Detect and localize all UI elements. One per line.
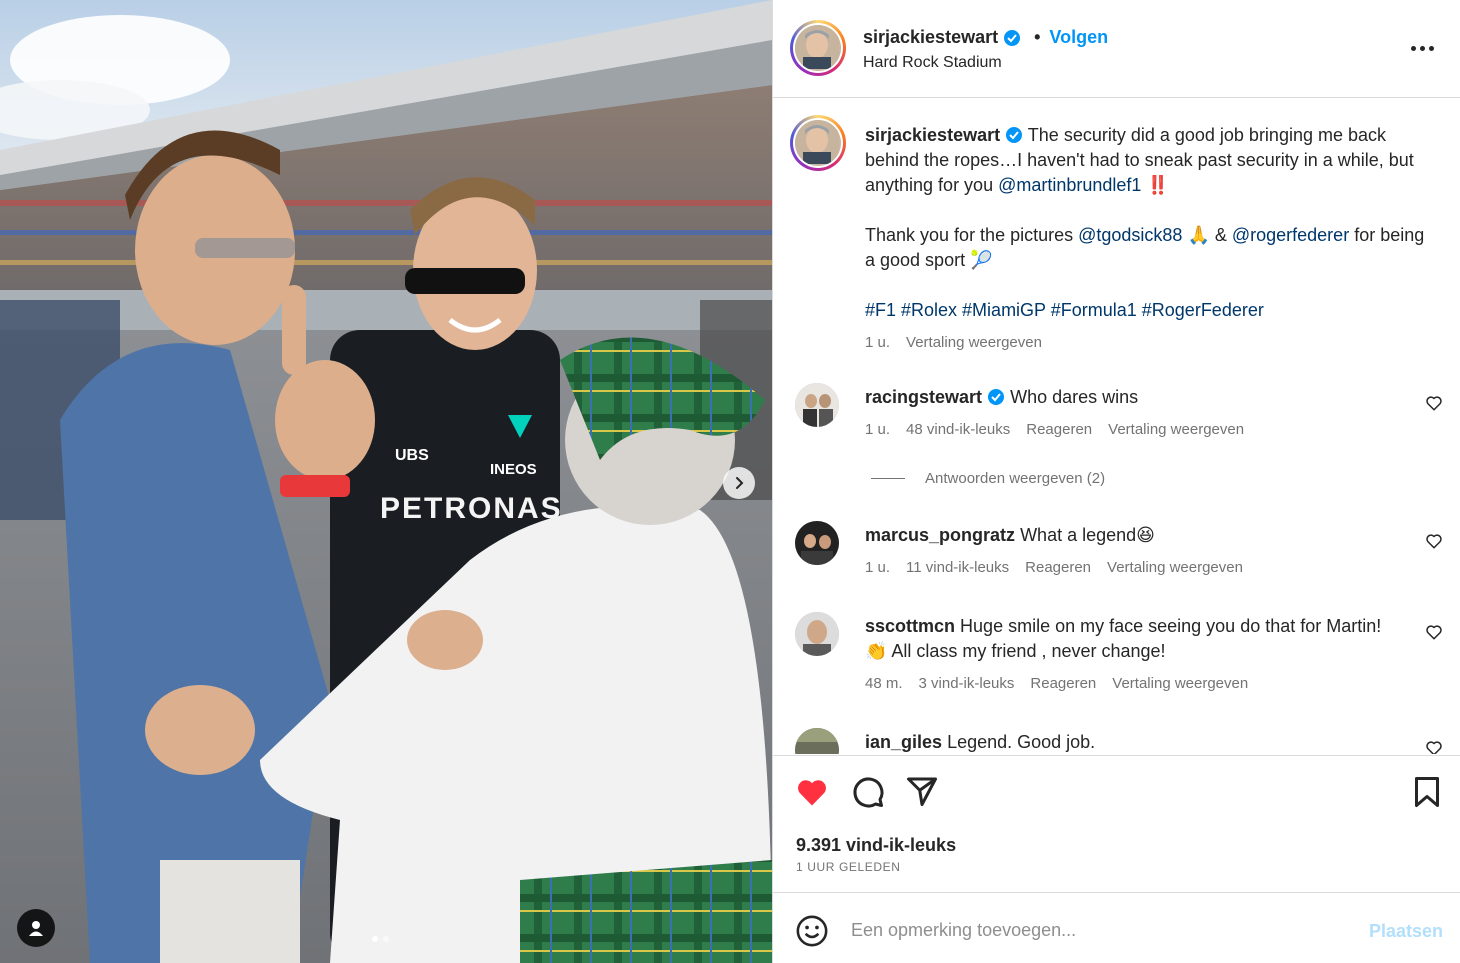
comment-body: marcus_pongratz What a legend😆 <box>865 523 1385 548</box>
location-link[interactable]: Hard Rock Stadium <box>863 54 1002 72</box>
verified-icon <box>1004 29 1021 46</box>
reply-button[interactable]: Reageren <box>1025 559 1091 576</box>
caption-text-2: Thank you for the pictures <box>865 225 1079 245</box>
ineos-text: INEOS <box>490 461 537 478</box>
petronas-text: PETRONAS <box>380 492 563 525</box>
commenter-avatar[interactable] <box>795 612 839 656</box>
comment-meta: 1 u. 11 vind-ik-leuks Reageren Vertaling… <box>865 559 1243 576</box>
like-comment-heart-icon[interactable] <box>1425 394 1443 412</box>
commenter-username[interactable]: sscottmcn <box>865 616 955 636</box>
mention-link[interactable]: @rogerfederer <box>1232 225 1349 245</box>
comment-time[interactable]: 48 m. <box>865 675 903 692</box>
post-actions: 9.391 vind-ik-leuks 1 UUR GELEDEN <box>773 755 1460 892</box>
post-details-panel: sirjackiestewart • Volgen Hard Rock Stad… <box>772 0 1460 963</box>
caption-emoji-2: 🙏 & <box>1182 225 1232 245</box>
author-username[interactable]: sirjackiestewart <box>863 27 998 48</box>
comment-time[interactable]: 1 u. <box>865 559 890 576</box>
translate-button[interactable]: Vertaling weergeven <box>1108 421 1244 438</box>
comment-text: Who dares wins <box>1010 387 1139 407</box>
user-tag-button[interactable] <box>17 909 55 947</box>
more-options-button[interactable] <box>1411 38 1437 58</box>
comment-time[interactable]: 1 u. <box>865 421 890 438</box>
reply-button[interactable]: Reageren <box>1026 421 1092 438</box>
avatar-image <box>795 612 839 656</box>
add-comment-bar: Plaatsen <box>773 892 1460 963</box>
chevron-right-icon <box>736 477 744 489</box>
heart-icon[interactable] <box>794 774 830 810</box>
commenter-username[interactable]: marcus_pongratz <box>865 525 1015 545</box>
user-tag-icon <box>29 921 43 936</box>
more-icon <box>1411 45 1416 51</box>
carousel-dot <box>383 936 389 942</box>
like-comment-heart-icon[interactable] <box>1425 532 1443 550</box>
post-timestamp[interactable]: 1 UUR GELEDEN <box>796 860 901 874</box>
caption-avatar[interactable] <box>790 115 846 171</box>
mention-link[interactable]: @martinbrundlef1 <box>998 175 1141 195</box>
translate-button[interactable]: Vertaling weergeven <box>906 330 1042 355</box>
post-photo[interactable]: PETRONAS UBS INEOS <box>0 0 772 963</box>
avatar-image <box>795 728 839 754</box>
comment-text: What a legend😆 <box>1020 525 1155 545</box>
comments-scroll[interactable]: sirjackiestewart The security did a good… <box>773 99 1460 754</box>
comment-text: Legend. Good job. <box>947 732 1096 752</box>
photo-scene: PETRONAS UBS INEOS <box>0 0 772 963</box>
commenter-avatar[interactable] <box>795 521 839 565</box>
comment-meta: 1 u. 48 vind-ik-leuks Reageren Vertaling… <box>865 421 1244 438</box>
comment-input[interactable] <box>851 915 1331 945</box>
carousel-next-button[interactable] <box>723 467 755 499</box>
caption-time[interactable]: 1 u. <box>865 330 890 355</box>
comment-body: ian_giles Legend. Good job. <box>865 730 1385 754</box>
comment-likes[interactable]: 48 vind-ik-leuks <box>906 421 1010 438</box>
bookmark-icon[interactable] <box>1409 774 1445 810</box>
commenter-username[interactable]: racingstewart <box>865 387 982 407</box>
share-icon[interactable] <box>904 773 940 809</box>
comment-likes[interactable]: 11 vind-ik-leuks <box>906 559 1009 576</box>
header-separator: • <box>1034 27 1041 47</box>
caption-hashtags[interactable]: #F1 #Rolex #MiamiGP #Formula1 #RogerFede… <box>865 298 1435 323</box>
avatar-image <box>795 521 839 565</box>
view-replies-button[interactable]: Antwoorden weergeven (2) <box>871 470 1105 487</box>
reply-button[interactable]: Reageren <box>1030 675 1096 692</box>
comment-icon[interactable] <box>850 774 886 810</box>
verified-icon <box>988 389 1005 405</box>
avatar-image <box>795 25 839 71</box>
ubs-text: UBS <box>395 447 429 464</box>
commenter-avatar[interactable] <box>795 383 839 427</box>
comment-body: racingstewart Who dares wins <box>865 385 1385 410</box>
comment-body: sscottmcn Huge smile on my face seeing y… <box>865 614 1385 664</box>
replies-line <box>871 478 905 479</box>
post-comment-button[interactable]: Plaatsen <box>1369 921 1443 942</box>
carousel-dot <box>372 936 378 942</box>
likes-count[interactable]: 9.391 vind-ik-leuks <box>796 835 956 856</box>
commenter-username[interactable]: ian_giles <box>865 732 942 752</box>
commenter-avatar[interactable] <box>795 728 839 754</box>
author-avatar[interactable] <box>790 20 846 76</box>
comment-meta: 48 m. 3 vind-ik-leuks Reageren Vertaling… <box>865 675 1248 692</box>
translate-button[interactable]: Vertaling weergeven <box>1112 675 1248 692</box>
emoji-icon[interactable] <box>795 914 829 948</box>
mention-link[interactable]: @tgodsick88 <box>1078 225 1182 245</box>
caption-meta: 1 u. Vertaling weergeven <box>865 330 1042 355</box>
caption-username[interactable]: sirjackiestewart <box>865 125 1000 145</box>
like-comment-heart-icon[interactable] <box>1425 739 1443 754</box>
post-header: sirjackiestewart • Volgen Hard Rock Stad… <box>773 0 1460 98</box>
follow-button[interactable]: Volgen <box>1049 27 1108 48</box>
post-caption: sirjackiestewart The security did a good… <box>865 123 1435 351</box>
like-comment-heart-icon[interactable] <box>1425 623 1443 641</box>
translate-button[interactable]: Vertaling weergeven <box>1107 559 1243 576</box>
view-replies-label[interactable]: Antwoorden weergeven (2) <box>925 470 1105 487</box>
avatar-image <box>795 383 839 427</box>
comment-likes[interactable]: 3 vind-ik-leuks <box>919 675 1015 692</box>
carousel-indicator <box>372 936 389 942</box>
verified-icon <box>1006 127 1023 143</box>
caption-emoji-1: ‼️ <box>1146 175 1169 195</box>
avatar-image <box>795 120 839 166</box>
header-user-row: sirjackiestewart • Volgen <box>863 27 1108 48</box>
